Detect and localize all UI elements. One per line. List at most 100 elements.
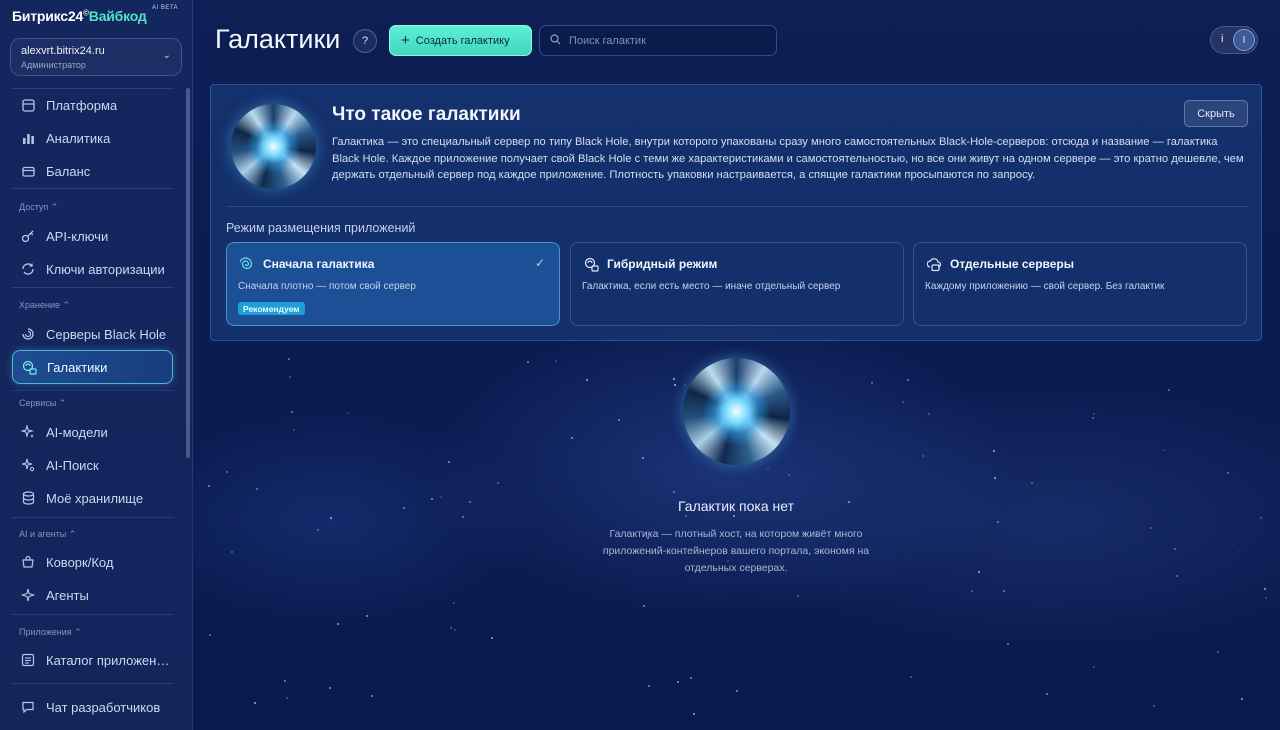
sidebar-item-analytics[interactable]: Аналитика — [12, 122, 173, 154]
star — [225, 471, 228, 474]
sidebar-item-label: Платформа — [46, 97, 118, 113]
placement-mode-label: Режим размещения приложений — [226, 221, 416, 235]
star — [207, 484, 210, 487]
sidebar-item-agents[interactable]: Агенты — [12, 579, 173, 611]
star — [1092, 416, 1095, 419]
mode-card-galaxy-first[interactable]: Сначала галактика ✓ Сначала плотно — пот… — [226, 242, 560, 326]
star — [462, 516, 465, 519]
account-switcher[interactable]: alexvrt.bitrix24.ru Администратор ⌄ — [10, 38, 182, 76]
sidebar-item-label: Чат разработчиков — [46, 699, 161, 715]
sidebar-item-app-catalog[interactable]: Каталог приложен… — [12, 644, 173, 676]
sidebar-item-label: Агенты — [46, 587, 89, 603]
star — [284, 679, 287, 682]
sidebar-item-label: AI-Поиск — [46, 457, 99, 473]
star — [684, 383, 687, 386]
sidebar-item-cowork-code[interactable]: Коворк/Код — [12, 546, 173, 578]
hide-info-button[interactable]: Скрыть — [1184, 100, 1248, 127]
star — [767, 468, 770, 471]
sidebar-item-label: Аналитика — [46, 130, 111, 146]
star — [526, 361, 529, 364]
star — [1259, 517, 1262, 520]
user-menu[interactable]: i I — [1210, 26, 1258, 54]
star — [1226, 471, 1229, 474]
sidebar-item-ai-models[interactable]: AI-модели — [12, 416, 173, 448]
star — [285, 697, 288, 700]
ai-search-icon — [20, 457, 36, 473]
brand-logo[interactable]: Битрикс24©Вайбкод — [12, 8, 147, 24]
star — [1174, 548, 1177, 551]
search-input[interactable] — [569, 34, 759, 47]
star — [674, 383, 677, 386]
star — [1150, 526, 1153, 529]
empty-state-description: Галактика — плотный хост, на котором жив… — [602, 528, 870, 574]
sidebar-item-galaxies[interactable]: Галактики — [12, 350, 173, 384]
sparkle-icon — [20, 424, 36, 440]
page-title: Галактики — [215, 24, 341, 54]
sidebar-item-api-keys[interactable]: API-ключи — [12, 220, 173, 252]
section-access[interactable]: Доступ ⌃ — [19, 202, 58, 213]
sidebar-item-auth-keys[interactable]: Ключи авторизации — [12, 253, 173, 285]
star — [231, 551, 234, 554]
star — [287, 357, 290, 360]
account-host: alexvrt.bitrix24.ru — [21, 45, 105, 57]
mode-description: Галактика, если есть место — иначе отдел… — [582, 281, 841, 292]
star — [253, 702, 256, 705]
star — [901, 401, 904, 403]
star — [454, 628, 457, 631]
star — [690, 677, 693, 680]
star — [732, 514, 735, 517]
mode-description: Сначала плотно — потом свой сервер — [238, 281, 416, 292]
sidebar-item-ai-search[interactable]: AI-Поиск — [12, 449, 173, 481]
section-storage[interactable]: Хранение ⌃ — [19, 300, 70, 311]
catalog-icon — [20, 652, 36, 668]
star — [346, 411, 349, 414]
sidebar-item-label: Ключи авторизации — [46, 261, 165, 277]
help-button[interactable]: ? — [353, 29, 377, 53]
star — [906, 378, 909, 381]
mode-card-separate-servers[interactable]: Отдельные серверы Каждому приложению — с… — [913, 242, 1247, 326]
black-hole-icon — [20, 326, 36, 342]
star — [291, 411, 294, 414]
section-ai-agents[interactable]: AI и агенты ⌃ — [19, 529, 76, 540]
star — [997, 521, 1000, 524]
star — [555, 360, 558, 363]
star — [1092, 413, 1095, 416]
sidebar-item-platform[interactable]: Платформа — [12, 89, 173, 121]
chevron-down-icon: ⌄ — [162, 50, 171, 61]
info-panel-title: Что такое галактики — [332, 104, 521, 125]
avatar[interactable]: I — [1233, 29, 1255, 51]
plus-icon: + — [401, 32, 410, 49]
section-services[interactable]: Сервисы ⌃ — [19, 398, 66, 409]
star — [672, 491, 675, 494]
star — [450, 627, 453, 630]
key-icon — [20, 228, 36, 244]
star — [209, 633, 212, 636]
sidebar-item-label: AI-модели — [46, 424, 108, 440]
star — [1264, 597, 1267, 600]
section-apps[interactable]: Приложения ⌃ — [19, 627, 82, 638]
sidebar-item-label: Коворк/Код — [46, 554, 114, 570]
create-galaxy-button[interactable]: + Создать галактику — [389, 25, 532, 56]
star — [586, 378, 589, 381]
sidebar-item-balance[interactable]: Баланс — [12, 155, 173, 187]
sidebar-scrollbar[interactable] — [186, 88, 190, 458]
star — [677, 680, 680, 683]
star — [994, 476, 997, 479]
sidebar-item-dev-chat[interactable]: Чат разработчиков — [12, 691, 173, 723]
star — [371, 695, 374, 698]
sidebar-item-black-hole-servers[interactable]: Серверы Black Hole — [12, 318, 173, 350]
star — [1216, 650, 1219, 653]
sidebar-divider — [12, 614, 174, 615]
mode-card-hybrid[interactable]: Гибридный режим Галактика, если есть мес… — [570, 242, 904, 326]
star — [329, 687, 332, 690]
star — [317, 529, 320, 532]
empty-state-title: Галактик пока нет — [677, 498, 794, 514]
search-icon — [550, 33, 561, 48]
search-box[interactable] — [539, 25, 777, 56]
star — [673, 378, 676, 381]
star — [1264, 588, 1267, 591]
chat-icon — [20, 699, 36, 715]
star — [289, 375, 292, 378]
star — [909, 676, 912, 679]
star — [1153, 705, 1156, 708]
